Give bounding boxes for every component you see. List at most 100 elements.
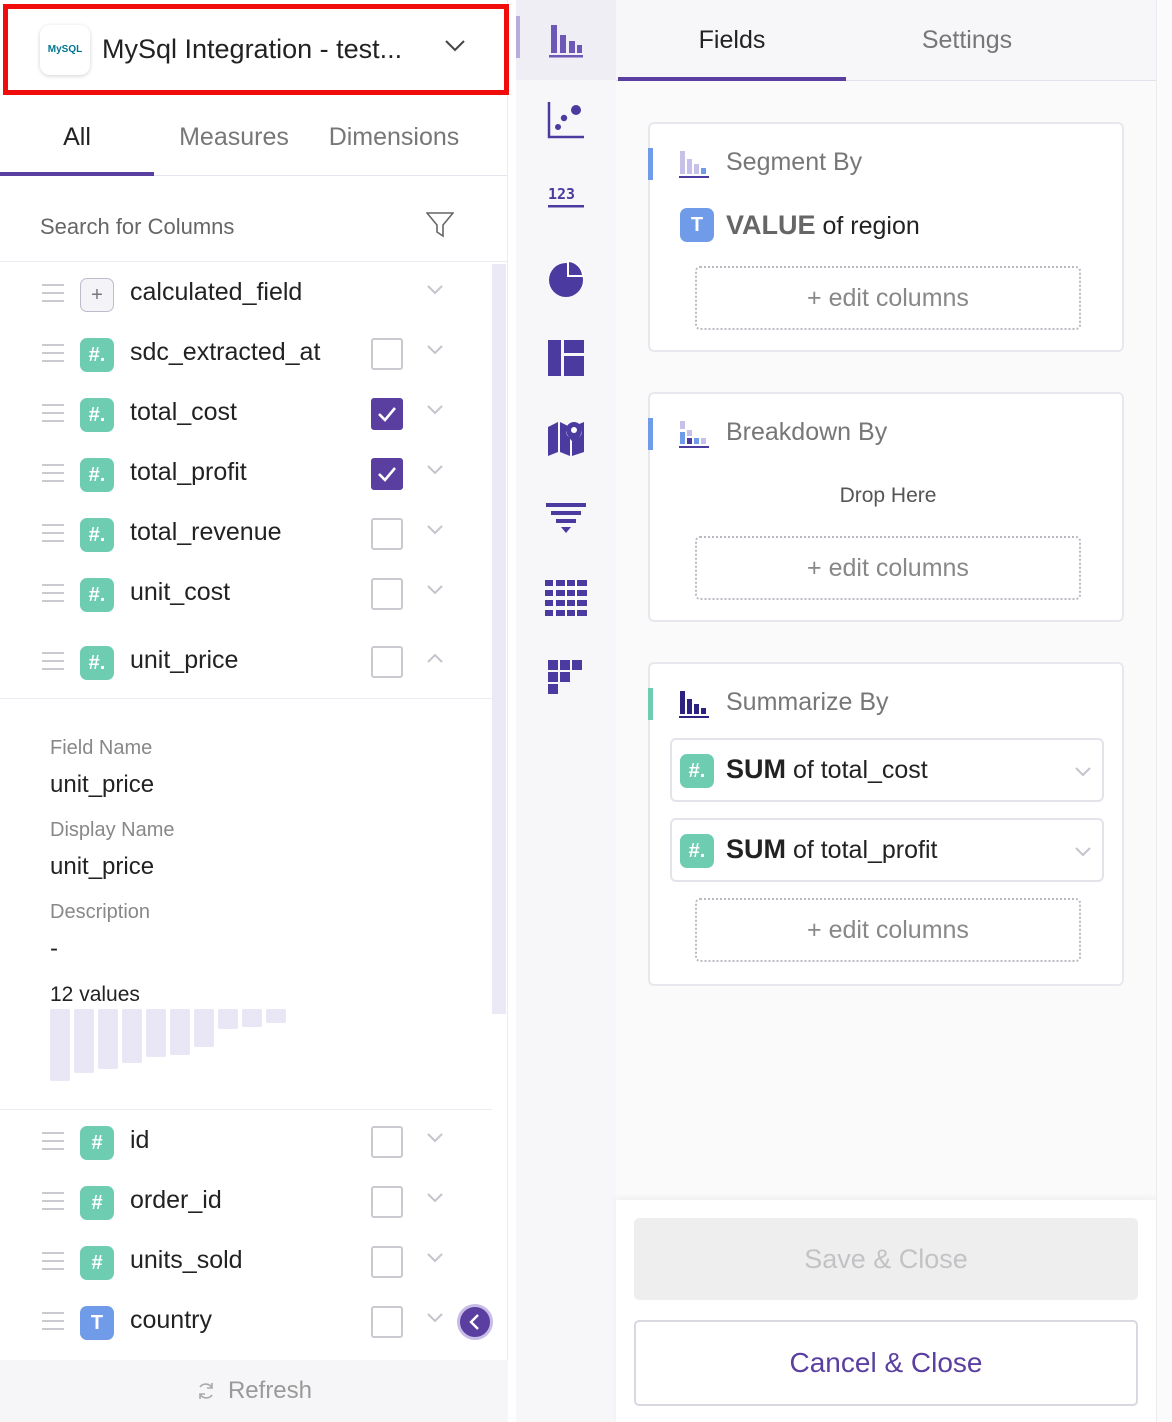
drag-handle-icon[interactable] bbox=[42, 652, 64, 670]
column-checkbox[interactable] bbox=[371, 646, 403, 678]
drag-handle-icon[interactable] bbox=[42, 464, 64, 482]
column-name: sdc_extracted_at bbox=[130, 338, 321, 366]
chevron-down-icon[interactable] bbox=[426, 284, 444, 296]
drag-handle-icon[interactable] bbox=[42, 584, 64, 602]
column-list-scrollbar[interactable] bbox=[492, 264, 506, 1014]
histogram-bar bbox=[194, 1009, 214, 1047]
chart-type-heatmap[interactable] bbox=[516, 638, 616, 718]
column-row-order-id[interactable]: # order_id bbox=[0, 1172, 490, 1232]
column-checkbox[interactable] bbox=[371, 1246, 403, 1278]
drag-handle-icon[interactable] bbox=[42, 1192, 64, 1210]
chevron-down-icon[interactable] bbox=[426, 1192, 444, 1204]
chart-type-bar[interactable] bbox=[516, 0, 616, 80]
column-row-unit-cost[interactable]: #. unit_cost bbox=[0, 564, 490, 624]
histogram-bar bbox=[98, 1009, 118, 1069]
data-source-title: MySql Integration - test... bbox=[102, 34, 403, 64]
chevron-down-icon[interactable] bbox=[426, 1132, 444, 1144]
fields-config-panel: Fields Settings Segment By T VALUE of re… bbox=[616, 0, 1156, 1422]
tab-fields[interactable]: Fields bbox=[618, 0, 846, 81]
chart-type-table[interactable] bbox=[516, 558, 616, 638]
chart-type-treemap[interactable] bbox=[516, 318, 616, 398]
drag-handle-icon[interactable] bbox=[42, 1252, 64, 1270]
cancel-close-button[interactable]: Cancel & Close bbox=[634, 1320, 1138, 1406]
chevron-down-icon[interactable] bbox=[1074, 766, 1092, 778]
column-row-total-revenue[interactable]: #. total_revenue bbox=[0, 504, 490, 564]
drag-handle-icon[interactable] bbox=[42, 284, 64, 302]
drop-zone[interactable]: Drop Here bbox=[650, 484, 1126, 508]
column-row-country[interactable]: T country bbox=[0, 1292, 490, 1352]
save-close-button[interactable]: Save & Close bbox=[634, 1218, 1138, 1300]
column-name: units_sold bbox=[130, 1246, 243, 1274]
search-input[interactable]: Search for Columns bbox=[40, 214, 234, 240]
chevron-down-icon[interactable] bbox=[426, 464, 444, 476]
column-checkbox-checked[interactable] bbox=[371, 458, 403, 490]
chevron-down-icon[interactable] bbox=[426, 344, 444, 356]
section-accent bbox=[648, 148, 653, 180]
column-row-units-sold[interactable]: # units_sold bbox=[0, 1232, 490, 1292]
histogram-bar bbox=[242, 1009, 262, 1027]
refresh-icon bbox=[199, 1383, 213, 1399]
chart-type-number[interactable]: 123 bbox=[516, 158, 616, 238]
chart-type-pie[interactable] bbox=[516, 238, 616, 318]
chevron-up-icon[interactable] bbox=[426, 652, 444, 664]
drag-handle-icon[interactable] bbox=[42, 1312, 64, 1330]
column-row-unit-price[interactable]: #. unit_price bbox=[0, 632, 490, 692]
chevron-down-icon[interactable] bbox=[1074, 846, 1092, 858]
chevron-down-icon[interactable] bbox=[426, 404, 444, 416]
aggregation-label: SUM bbox=[726, 834, 786, 864]
drag-handle-icon[interactable] bbox=[42, 1132, 64, 1150]
edit-columns-button[interactable]: + edit columns bbox=[695, 536, 1081, 600]
column-checkbox[interactable] bbox=[371, 1306, 403, 1338]
histogram-bar bbox=[74, 1009, 94, 1073]
tab-settings[interactable]: Settings bbox=[852, 0, 1082, 81]
tab-dimensions[interactable]: Dimensions bbox=[314, 100, 474, 176]
chevron-down-icon[interactable] bbox=[426, 584, 444, 596]
column-row-sdc-extracted-at[interactable]: #. sdc_extracted_at bbox=[0, 324, 490, 384]
filter-icon[interactable] bbox=[426, 212, 454, 238]
column-checkbox[interactable] bbox=[371, 1126, 403, 1158]
number-type-icon: #. bbox=[80, 646, 114, 680]
display-name-value: unit_price bbox=[50, 853, 155, 880]
tab-measures[interactable]: Measures bbox=[160, 100, 308, 176]
drag-handle-icon[interactable] bbox=[42, 344, 64, 362]
bar-chart-icon bbox=[549, 25, 583, 58]
chart-type-scatter[interactable] bbox=[516, 80, 616, 160]
mysql-logo: MySQL bbox=[40, 24, 90, 75]
chevron-down-icon bbox=[445, 40, 465, 52]
tab-all[interactable]: All bbox=[0, 100, 154, 176]
funnel-icon bbox=[546, 503, 586, 533]
chevron-down-icon[interactable] bbox=[426, 524, 444, 536]
chart-type-funnel[interactable] bbox=[516, 478, 616, 558]
segment-by-icon bbox=[679, 151, 709, 178]
column-row-id[interactable]: # id bbox=[0, 1112, 490, 1172]
column-checkbox-checked[interactable] bbox=[371, 398, 403, 430]
edit-columns-button[interactable]: + edit columns bbox=[695, 898, 1081, 962]
number-type-icon: #. bbox=[680, 834, 714, 868]
collapse-panel-button[interactable] bbox=[457, 1304, 493, 1340]
summarize-field-total-cost[interactable]: #. SUM of total_cost bbox=[670, 738, 1104, 802]
chevron-down-icon[interactable] bbox=[426, 1252, 444, 1264]
summarize-field-total-profit[interactable]: #. SUM of total_profit bbox=[670, 818, 1104, 882]
refresh-button[interactable]: Refresh bbox=[0, 1360, 508, 1422]
column-checkbox[interactable] bbox=[371, 1186, 403, 1218]
calculated-field-icon: + bbox=[80, 278, 114, 312]
segment-field[interactable]: VALUE of region bbox=[726, 210, 920, 241]
text-type-icon: T bbox=[680, 208, 714, 242]
column-row-total-profit[interactable]: #. total_profit bbox=[0, 444, 490, 504]
column-name: unit_price bbox=[130, 646, 239, 674]
column-row-total-cost[interactable]: #. total_cost bbox=[0, 384, 490, 444]
column-checkbox[interactable] bbox=[371, 578, 403, 610]
drag-handle-icon[interactable] bbox=[42, 524, 64, 542]
column-checkbox[interactable] bbox=[371, 338, 403, 370]
edit-columns-button[interactable]: + edit columns bbox=[695, 266, 1081, 330]
section-title: Breakdown By bbox=[726, 418, 888, 446]
summarize-by-icon bbox=[679, 691, 709, 718]
chart-type-map[interactable] bbox=[516, 398, 616, 478]
drag-handle-icon[interactable] bbox=[42, 404, 64, 422]
column-row-calculated-field[interactable]: + calculated_field bbox=[0, 264, 490, 324]
number-type-icon: # bbox=[80, 1126, 114, 1160]
breakdown-by-icon bbox=[679, 421, 709, 448]
chevron-down-icon[interactable] bbox=[426, 1312, 444, 1324]
column-checkbox[interactable] bbox=[371, 518, 403, 550]
data-source-selector[interactable]: MySQL MySql Integration - test... bbox=[3, 4, 509, 95]
